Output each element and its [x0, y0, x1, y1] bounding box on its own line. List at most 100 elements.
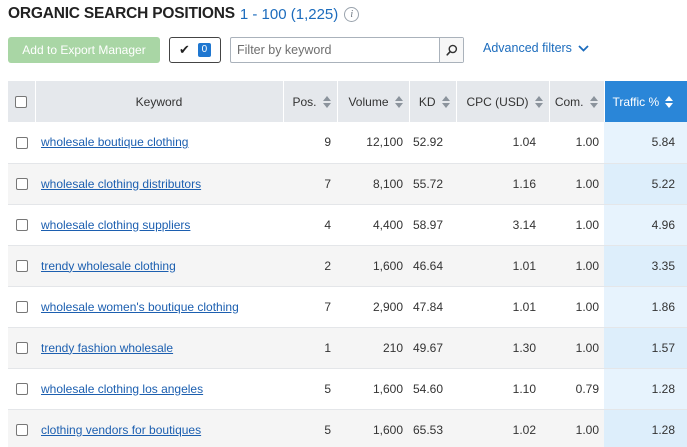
- table-row: wholesale boutique clothing 9 12,100 52.92 1…: [8, 122, 687, 164]
- page-title: ORGANIC SEARCH POSITIONS: [8, 5, 235, 22]
- keyword-cell: wholesale women's boutique clothing: [35, 286, 283, 328]
- traffic-cell: 5.22: [604, 163, 687, 205]
- column-label-keyword: Keyword: [135, 94, 183, 109]
- com-cell: 1.00: [549, 204, 604, 246]
- keyword-cell: trendy fashion wholesale: [35, 327, 283, 369]
- keywords-table: Keyword Pos. Volume KD CPC (USD) Com. Tr…: [8, 81, 687, 447]
- keyword-cell: clothing vendors for boutiques: [35, 409, 283, 447]
- advanced-filters-label: Advanced filters: [483, 41, 572, 55]
- sort-icon: [322, 95, 331, 108]
- table-row: trendy fashion wholesale 1 210 49.67 1.30 1.0…: [8, 327, 687, 369]
- pos-cell: 2: [283, 245, 337, 287]
- pos-cell: 9: [283, 122, 337, 164]
- pos-cell: 5: [283, 409, 337, 447]
- kd-cell: 55.72: [409, 163, 456, 205]
- column-header-kd[interactable]: KD: [409, 81, 457, 122]
- cpc-cell: 1.01: [456, 245, 549, 287]
- row-select-cell: [8, 286, 35, 328]
- pos-cell: 7: [283, 163, 337, 205]
- kd-cell: 47.84: [409, 286, 456, 328]
- toolbar: Add to Export Manager ✔ 0 Advanced filte…: [0, 37, 687, 63]
- select-all-cell: [8, 81, 36, 122]
- com-cell: 1.00: [549, 409, 604, 447]
- kd-cell: 58.97: [409, 204, 456, 246]
- sort-icon: [441, 95, 450, 108]
- keyword-cell: wholesale clothing distributors: [35, 163, 283, 205]
- keyword-cell: wholesale boutique clothing: [35, 122, 283, 164]
- pos-cell: 7: [283, 286, 337, 328]
- column-header-cpc[interactable]: CPC (USD): [456, 81, 550, 122]
- keyword-link[interactable]: wholesale clothing distributors: [41, 177, 201, 191]
- column-header-traffic[interactable]: Traffic %: [604, 81, 687, 122]
- cpc-cell: 1.30: [456, 327, 549, 369]
- traffic-cell: 4.96: [604, 204, 687, 246]
- row-checkbox[interactable]: [15, 178, 28, 191]
- column-label-kd: KD: [418, 94, 436, 109]
- traffic-cell: 1.57: [604, 327, 687, 369]
- cpc-cell: 1.04: [456, 122, 549, 164]
- keyword-cell: wholesale clothing los angeles: [35, 368, 283, 410]
- row-select-cell: [8, 327, 35, 369]
- traffic-cell: 3.35: [604, 245, 687, 287]
- row-checkbox[interactable]: [15, 342, 28, 355]
- com-cell: 1.00: [549, 327, 604, 369]
- kd-cell: 49.67: [409, 327, 456, 369]
- info-icon[interactable]: i: [344, 6, 360, 22]
- sort-icon: [665, 95, 674, 108]
- keyword-link[interactable]: wholesale women's boutique clothing: [41, 300, 239, 314]
- add-to-export-manager-button[interactable]: Add to Export Manager: [8, 37, 160, 63]
- volume-cell: 4,400: [337, 204, 409, 246]
- com-cell: 0.79: [549, 368, 604, 410]
- select-all-checkbox[interactable]: [15, 96, 28, 109]
- cpc-cell: 3.14: [456, 204, 549, 246]
- column-header-pos[interactable]: Pos.: [283, 81, 338, 122]
- pos-cell: 4: [283, 204, 337, 246]
- selected-count-badge: 0: [197, 43, 211, 57]
- table-row: wholesale clothing los angeles 5 1,600 54.6…: [8, 368, 687, 410]
- kd-cell: 65.53: [409, 409, 456, 447]
- chevron-down-icon: [578, 44, 589, 52]
- cpc-cell: 1.16: [456, 163, 549, 205]
- column-label-traffic: Traffic %: [612, 94, 660, 109]
- row-checkbox[interactable]: [15, 219, 28, 232]
- keyword-link[interactable]: trendy wholesale clothing: [41, 259, 176, 273]
- keyword-filter: [230, 37, 464, 63]
- row-select-cell: [8, 122, 35, 164]
- keyword-cell: trendy wholesale clothing: [35, 245, 283, 287]
- row-checkbox[interactable]: [15, 383, 28, 396]
- com-cell: 1.00: [549, 122, 604, 164]
- keyword-link[interactable]: clothing vendors for boutiques: [41, 423, 201, 437]
- table-row: wholesale women's boutique clothing 7 2,90…: [8, 286, 687, 328]
- filter-by-keyword-input[interactable]: [231, 38, 441, 62]
- table-row: clothing vendors for boutiques 5 1,600 65.5…: [8, 409, 687, 447]
- advanced-filters-toggle[interactable]: Advanced filters: [483, 41, 589, 55]
- keyword-link[interactable]: wholesale boutique clothing: [41, 135, 188, 149]
- selected-rows-button[interactable]: ✔ 0: [169, 37, 221, 63]
- row-select-cell: [8, 368, 35, 410]
- table-row: wholesale clothing suppliers 4 4,400 58.97 3…: [8, 204, 687, 246]
- keyword-link[interactable]: wholesale clothing suppliers: [41, 218, 190, 232]
- check-icon: ✔: [179, 42, 190, 57]
- com-cell: 1.00: [549, 163, 604, 205]
- volume-cell: 8,100: [337, 163, 409, 205]
- cpc-cell: 1.01: [456, 286, 549, 328]
- row-checkbox[interactable]: [15, 137, 28, 150]
- column-header-volume[interactable]: Volume: [337, 81, 410, 122]
- pos-cell: 1: [283, 327, 337, 369]
- sort-icon: [394, 95, 403, 108]
- row-checkbox[interactable]: [15, 301, 28, 314]
- table-header-row: Keyword Pos. Volume KD CPC (USD) Com. Tr…: [8, 81, 687, 122]
- column-header-com[interactable]: Com.: [549, 81, 605, 122]
- traffic-cell: 1.86: [604, 286, 687, 328]
- page-header: ORGANIC SEARCH POSITIONS 1 - 100 (1,225)…: [8, 4, 360, 24]
- volume-cell: 2,900: [337, 286, 409, 328]
- keyword-link[interactable]: wholesale clothing los angeles: [41, 382, 203, 396]
- traffic-cell: 1.28: [604, 409, 687, 447]
- volume-cell: 1,600: [337, 368, 409, 410]
- sort-icon: [589, 95, 598, 108]
- search-button[interactable]: [439, 38, 463, 62]
- row-checkbox[interactable]: [15, 260, 28, 273]
- row-checkbox[interactable]: [15, 424, 28, 437]
- volume-cell: 1,600: [337, 245, 409, 287]
- keyword-link[interactable]: trendy fashion wholesale: [41, 341, 173, 355]
